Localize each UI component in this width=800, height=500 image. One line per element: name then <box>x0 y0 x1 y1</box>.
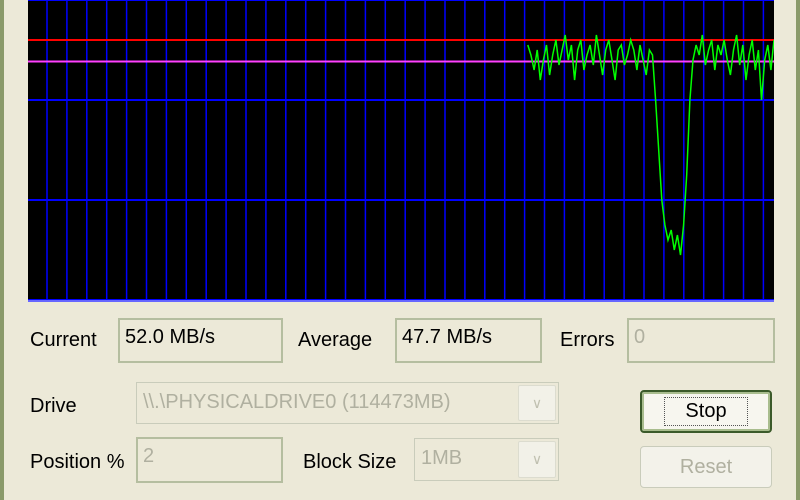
drive-label: Drive <box>30 395 77 417</box>
average-field: 47.7 MB/s <box>395 318 542 363</box>
block-size-label: Block Size <box>303 451 397 473</box>
position-field[interactable]: 2 <box>136 437 283 483</box>
reset-button[interactable]: Reset <box>640 446 772 488</box>
chevron-down-icon[interactable]: ∨ <box>518 441 556 478</box>
stop-button-label: Stop <box>664 397 748 426</box>
block-size-select[interactable]: 1MB ∨ <box>414 438 559 481</box>
drive-select-value: \\.\PHYSICALDRIVE0 (114473MB) <box>143 391 451 413</box>
current-field: 52.0 MB/s <box>118 318 283 363</box>
errors-field: 0 <box>627 318 775 363</box>
window-border-left <box>0 0 4 500</box>
block-size-value: 1MB <box>421 447 463 469</box>
drive-select[interactable]: \\.\PHYSICALDRIVE0 (114473MB) ∨ <box>136 382 559 424</box>
speed-graph <box>28 0 774 302</box>
window-border-right <box>796 0 800 500</box>
current-label: Current <box>30 329 97 351</box>
chevron-down-icon[interactable]: ∨ <box>518 385 556 421</box>
stop-button[interactable]: Stop <box>640 390 772 433</box>
position-label: Position % <box>30 451 125 473</box>
errors-label: Errors <box>560 329 615 351</box>
reset-button-label: Reset <box>679 455 733 478</box>
average-label: Average <box>298 329 373 351</box>
